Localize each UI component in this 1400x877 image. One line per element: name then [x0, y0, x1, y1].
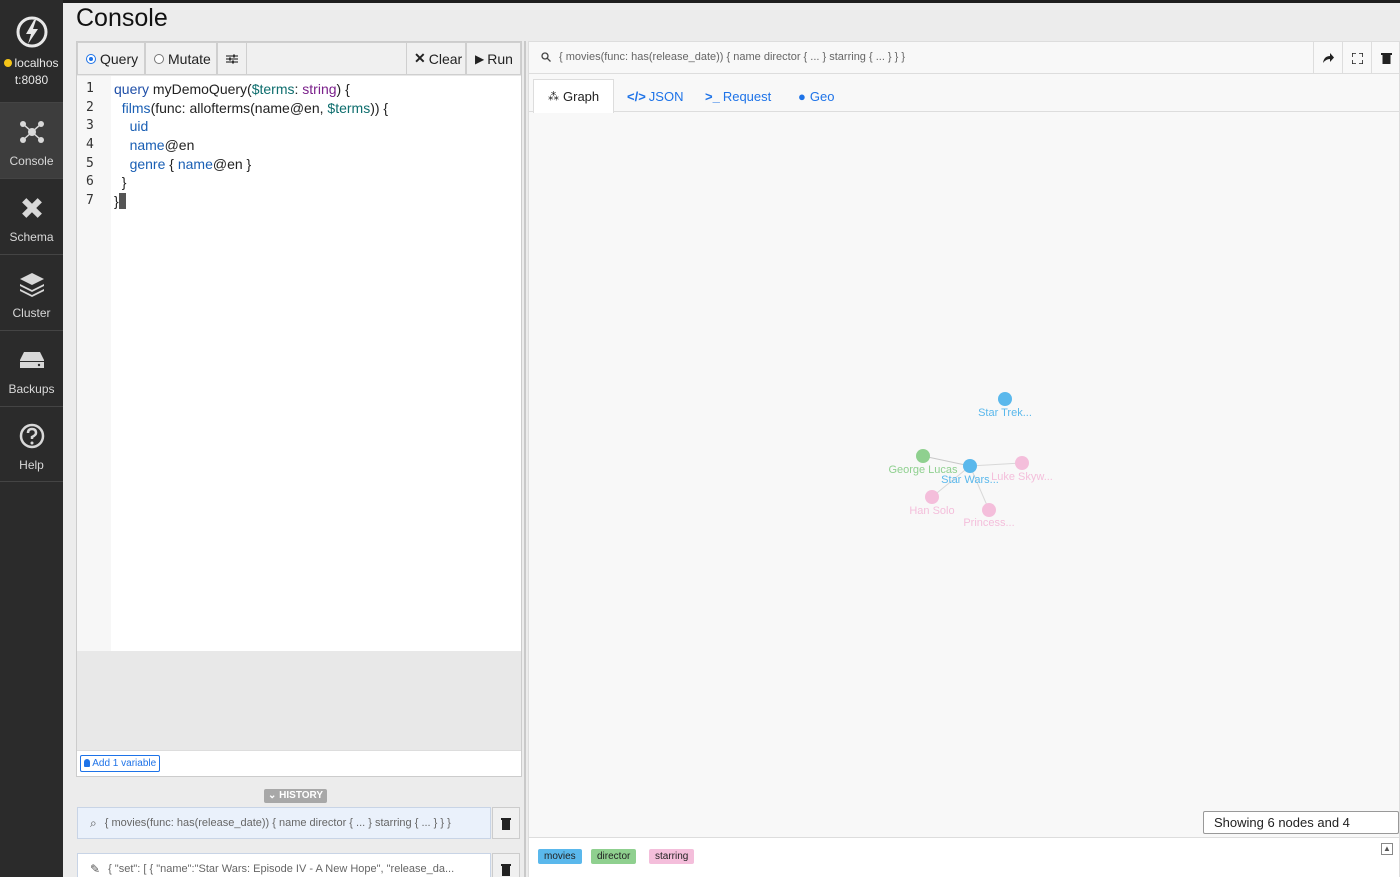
- sidebar-item-schema[interactable]: Schema: [0, 178, 63, 254]
- graph-legend: movies director starring ▲: [529, 837, 1399, 877]
- code-icon: </>: [627, 88, 646, 104]
- query-mode-radio[interactable]: Query: [77, 42, 145, 75]
- fullscreen-button[interactable]: [1342, 42, 1371, 74]
- graph-node-luke-skywalker[interactable]: Luke Skyw...: [991, 456, 1053, 483]
- connection-status-dot: [4, 59, 13, 67]
- expand-icon: [1351, 52, 1363, 64]
- top-bar: [63, 0, 1400, 3]
- help-circle-icon: [19, 423, 45, 449]
- share-button[interactable]: [1313, 42, 1342, 74]
- sidebar-item-label: Help: [19, 458, 44, 472]
- radio-unselected-icon: [154, 53, 164, 64]
- query-summary-text: { movies(func: has(release_date)) { name…: [559, 51, 906, 63]
- code-editor[interactable]: 1 2 3 4 5 6 7 query myDemoQuery($terms: …: [77, 76, 521, 651]
- page-title: Console: [76, 4, 168, 32]
- sidebar-item-label: Backups: [8, 382, 55, 396]
- dgraph-logo-icon: [16, 16, 48, 48]
- mutate-mode-radio[interactable]: Mutate: [145, 42, 217, 75]
- delete-history-button[interactable]: [492, 807, 520, 839]
- run-button[interactable]: ▶ Run: [466, 42, 521, 75]
- legend-chip-director: director: [591, 849, 637, 864]
- expand-legend-button[interactable]: ▲: [1381, 843, 1393, 855]
- trash-icon: [501, 863, 511, 876]
- search-icon: ⌕: [90, 815, 97, 830]
- code-line: name@en: [129, 137, 195, 154]
- code-line: films(func: allofterms(name@en, $terms))…: [121, 99, 389, 116]
- svg-text:Star Wars...: Star Wars...: [941, 474, 999, 486]
- sliders-icon: [226, 54, 238, 63]
- sidebar-item-label: Console: [9, 154, 54, 168]
- svg-text:Star Trek...: Star Trek...: [978, 407, 1032, 419]
- trash-icon: [501, 817, 511, 830]
- results-panel: { movies(func: has(release_date)) { name…: [528, 41, 1400, 877]
- clear-button[interactable]: ✕ Clear: [406, 42, 466, 75]
- sidebar-item-console[interactable]: Console: [0, 102, 63, 178]
- line-number-gutter: 1 2 3 4 5 6 7: [77, 76, 111, 651]
- close-icon: ✕: [414, 50, 426, 66]
- history-item[interactable]: ✎ { "set": [ { "name":"Star Wars: Episod…: [77, 853, 491, 877]
- toolbar-spacer: [247, 42, 406, 75]
- graph-node-george-lucas[interactable]: George Lucas: [888, 449, 958, 476]
- add-variable-button[interactable]: Add 1 variable: [80, 755, 161, 772]
- search-icon: [541, 52, 551, 62]
- svg-text:Princess...: Princess...: [963, 517, 1014, 529]
- tab-graph[interactable]: ⁂ Graph: [533, 79, 615, 113]
- connection-status[interactable]: localhos t:8080: [0, 55, 63, 89]
- settings-button[interactable]: [217, 42, 247, 75]
- tab-geo[interactable]: ● Geo: [784, 79, 848, 113]
- graph-edge: [969, 465, 990, 511]
- edit-icon: ✎: [90, 862, 101, 876]
- history-toggle[interactable]: ⌄ HISTORY: [264, 789, 328, 803]
- result-tabs: ⁂ Graph </> JSON >_ Request ● Geo: [529, 75, 1399, 113]
- hard-drive-icon: [20, 352, 44, 368]
- sidebar-item-label: Schema: [9, 230, 54, 244]
- sidebar-item-backups[interactable]: Backups: [0, 330, 63, 406]
- network-icon: [20, 121, 44, 143]
- code-line: uid: [129, 118, 149, 135]
- tab-request[interactable]: >_ Request: [691, 79, 785, 113]
- code-lines: query myDemoQuery($terms: string) { film…: [114, 80, 388, 211]
- query-summary-bar: { movies(func: has(release_date)) { name…: [529, 42, 1399, 74]
- graph-canvas[interactable]: Star Trek... George Lucas Luke Skyw... S…: [529, 113, 1399, 836]
- graph-icon: ⁂: [548, 91, 559, 103]
- graph-node-han-solo[interactable]: Han Solo: [909, 490, 955, 517]
- sidebar-item-cluster[interactable]: Cluster: [0, 254, 63, 330]
- graph-node-star-trek[interactable]: Star Trek...: [978, 392, 1032, 419]
- legend-chip-movies: movies: [538, 849, 582, 864]
- chevron-down-icon: ⌄: [268, 790, 277, 801]
- code-line: }: [114, 192, 388, 211]
- delete-result-button[interactable]: [1371, 42, 1400, 74]
- layers-icon: [20, 273, 44, 297]
- triangle-up-icon: ▲: [1383, 844, 1391, 853]
- share-icon: [1322, 53, 1334, 63]
- lightbulb-icon: [84, 759, 90, 767]
- globe-icon: ●: [798, 88, 806, 104]
- radio-selected-icon: [86, 53, 96, 64]
- terminal-icon: >_: [705, 88, 720, 104]
- text-cursor: [118, 193, 126, 210]
- sidebar-divider: [0, 481, 63, 482]
- delete-history-button[interactable]: [492, 853, 520, 877]
- panel-resize-handle[interactable]: [524, 41, 526, 877]
- code-line: }: [114, 174, 127, 191]
- pencil-ruler-icon: [22, 198, 42, 218]
- tab-json[interactable]: </> JSON: [613, 79, 697, 113]
- code-line: genre { name@en }: [129, 155, 252, 172]
- legend-chip-starring: starring: [649, 849, 695, 864]
- svg-text:Luke Skyw...: Luke Skyw...: [991, 471, 1053, 483]
- play-icon: ▶: [475, 51, 485, 66]
- sidebar-item-help[interactable]: Help: [0, 406, 63, 482]
- graph-svg[interactable]: Star Trek... George Lucas Luke Skyw... S…: [529, 113, 1399, 836]
- graph-edge: [969, 462, 1023, 467]
- history-item[interactable]: ⌕ { movies(func: has(release_date)) { na…: [77, 807, 491, 839]
- sidebar: localhos t:8080 Console Schema Cluster B…: [0, 0, 63, 877]
- code-line: query myDemoQuery($terms: string) {: [114, 81, 350, 97]
- variables-bar: Add 1 variable: [77, 750, 521, 776]
- svg-text:Han Solo: Han Solo: [909, 505, 954, 517]
- sidebar-item-label: Cluster: [12, 306, 51, 320]
- trash-icon: [1380, 53, 1392, 64]
- graph-node-princess[interactable]: Princess...: [963, 503, 1015, 529]
- query-editor-panel: Query Mutate ✕ Clear ▶ Run 1 2 3 4 5 6 7: [76, 41, 522, 777]
- graph-status: Showing 6 nodes and 4 edges: [1203, 811, 1399, 851]
